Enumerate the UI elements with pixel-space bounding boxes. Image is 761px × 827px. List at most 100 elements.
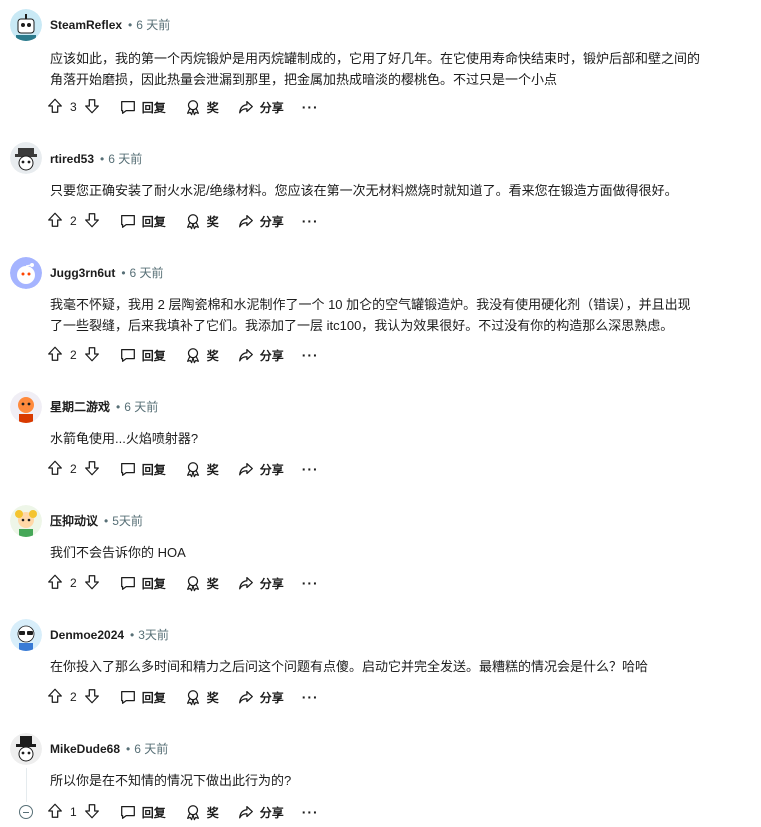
comment-author[interactable]: Jugg3rn6ut: [50, 266, 115, 280]
reply-button[interactable]: 回复: [119, 346, 166, 364]
comment-time[interactable]: 6 天前: [108, 152, 142, 166]
avatar[interactable]: [10, 257, 42, 289]
comment-header: 星期二游戏 • 6 天前: [50, 399, 158, 415]
comment-author[interactable]: SteamReflex: [50, 18, 122, 32]
more-options-button[interactable]: ···: [302, 462, 319, 476]
downvote-icon: [84, 803, 99, 818]
comment-bubble-icon: [120, 100, 135, 114]
comment-body: 所以你是在不知情的情况下做出此行为的?: [50, 770, 750, 791]
award-button[interactable]: 奖: [184, 98, 219, 116]
reply-button[interactable]: 回复: [119, 574, 166, 592]
downvote-icon: [84, 574, 99, 589]
comment-line: 所以你是在不知情的情况下做出此行为的?: [50, 773, 292, 788]
award-button[interactable]: 奖: [184, 346, 219, 364]
comment-time[interactable]: 6 天前: [134, 742, 168, 756]
upvote-button[interactable]: [46, 459, 64, 480]
upvote-icon: [48, 574, 62, 589]
downvote-button[interactable]: [83, 211, 101, 232]
reply-button[interactable]: 回复: [119, 212, 166, 230]
comment-bubble-icon: [120, 690, 135, 704]
comment-header: Jugg3rn6ut • 6 天前: [50, 265, 164, 281]
collapse-thread-button[interactable]: [19, 805, 33, 819]
downvote-icon: [84, 688, 99, 703]
comment-author[interactable]: Denmoe2024: [50, 628, 124, 642]
downvote-button[interactable]: [83, 573, 101, 594]
award-button[interactable]: 奖: [184, 574, 219, 592]
share-button[interactable]: 分享: [237, 460, 284, 478]
more-options-button[interactable]: ···: [302, 576, 319, 590]
award-label: 奖: [206, 100, 219, 115]
award-icon: [186, 348, 199, 364]
upvote-button[interactable]: [46, 573, 64, 594]
award-button[interactable]: 奖: [184, 688, 219, 706]
upvote-button[interactable]: [46, 345, 64, 366]
comment-author[interactable]: rtired53: [50, 152, 94, 166]
comment-header: SteamReflex • 6 天前: [50, 17, 170, 33]
comment-line: 水箭龟使用...火焰喷射器?: [50, 431, 199, 446]
award-button[interactable]: 奖: [184, 212, 219, 230]
comment-body: 只要您正确安装了耐火水泥/绝缘材料。您应该在第一次无材料燃烧时就知道了。看来您在…: [50, 180, 750, 201]
vote-count: 2: [70, 214, 77, 228]
share-button[interactable]: 分享: [237, 346, 284, 364]
award-label: 奖: [206, 214, 219, 229]
comment-actions: 3 回复 奖 分享 ···: [46, 95, 319, 119]
reply-button[interactable]: 回复: [119, 803, 166, 821]
vote-count: 2: [70, 462, 77, 476]
comment-bubble-icon: [120, 214, 135, 228]
comment-time[interactable]: 6 天前: [124, 400, 158, 414]
avatar[interactable]: [10, 505, 42, 537]
comment-line: 我们不会告诉你的 HOA: [50, 545, 186, 560]
comment-body: 我毫不怀疑，我用 2 层陶瓷棉和水泥制作了一个 10 加仑的空气罐锻造炉。我没有…: [50, 294, 750, 336]
comment-header: Denmoe2024 • 3天前: [50, 627, 169, 643]
more-options-button[interactable]: ···: [302, 100, 319, 114]
vote-group: 2: [46, 573, 101, 594]
share-button[interactable]: 分享: [237, 574, 284, 592]
comment-time[interactable]: 6 天前: [130, 266, 164, 280]
vote-count: 3: [70, 100, 77, 114]
award-label: 奖: [206, 348, 219, 363]
upvote-button[interactable]: [46, 211, 64, 232]
comment-actions: 2 回复 奖 分享 ···: [46, 343, 319, 367]
award-button[interactable]: 奖: [184, 803, 219, 821]
reply-button[interactable]: 回复: [119, 460, 166, 478]
downvote-button[interactable]: [83, 345, 101, 366]
more-options-button[interactable]: ···: [302, 214, 319, 228]
comment-header: 压抑动议 • 5天前: [50, 513, 143, 529]
share-button[interactable]: 分享: [237, 803, 284, 821]
downvote-button[interactable]: [83, 802, 101, 823]
more-options-button[interactable]: ···: [302, 690, 319, 704]
downvote-button[interactable]: [83, 459, 101, 480]
share-button[interactable]: 分享: [237, 212, 284, 230]
comment-line: 了一些裂缝，后来我填补了它们。我添加了一层 itc100，我认为效果很好。不过没…: [50, 318, 674, 333]
more-options-button[interactable]: ···: [302, 805, 319, 819]
avatar[interactable]: [10, 142, 42, 174]
award-icon: [186, 576, 199, 592]
avatar[interactable]: [10, 391, 42, 423]
share-button[interactable]: 分享: [237, 688, 284, 706]
comment-time[interactable]: 3天前: [138, 628, 169, 642]
comment-actions: 2 回复 奖 分享 ···: [46, 457, 319, 481]
more-options-button[interactable]: ···: [302, 348, 319, 362]
comment-time[interactable]: 6 天前: [136, 18, 170, 32]
comment-author[interactable]: 星期二游戏: [50, 400, 110, 414]
reply-button[interactable]: 回复: [119, 688, 166, 706]
upvote-button[interactable]: [46, 97, 64, 118]
avatar[interactable]: [10, 733, 42, 765]
avatar[interactable]: [10, 9, 42, 41]
comment-actions: 2 回复 奖 分享 ···: [46, 685, 319, 709]
comment-author[interactable]: MikeDude68: [50, 742, 120, 756]
comment-time[interactable]: 5天前: [112, 514, 143, 528]
share-label: 分享: [259, 100, 284, 115]
share-button[interactable]: 分享: [237, 98, 284, 116]
downvote-button[interactable]: [83, 97, 101, 118]
award-icon: [186, 214, 199, 230]
avatar[interactable]: [10, 619, 42, 651]
reply-button[interactable]: 回复: [119, 98, 166, 116]
upvote-button[interactable]: [46, 687, 64, 708]
award-icon: [186, 100, 199, 116]
comment-author[interactable]: 压抑动议: [50, 514, 98, 528]
upvote-button[interactable]: [46, 802, 64, 823]
downvote-button[interactable]: [83, 687, 101, 708]
award-button[interactable]: 奖: [184, 460, 219, 478]
thread-line[interactable]: [26, 768, 27, 802]
